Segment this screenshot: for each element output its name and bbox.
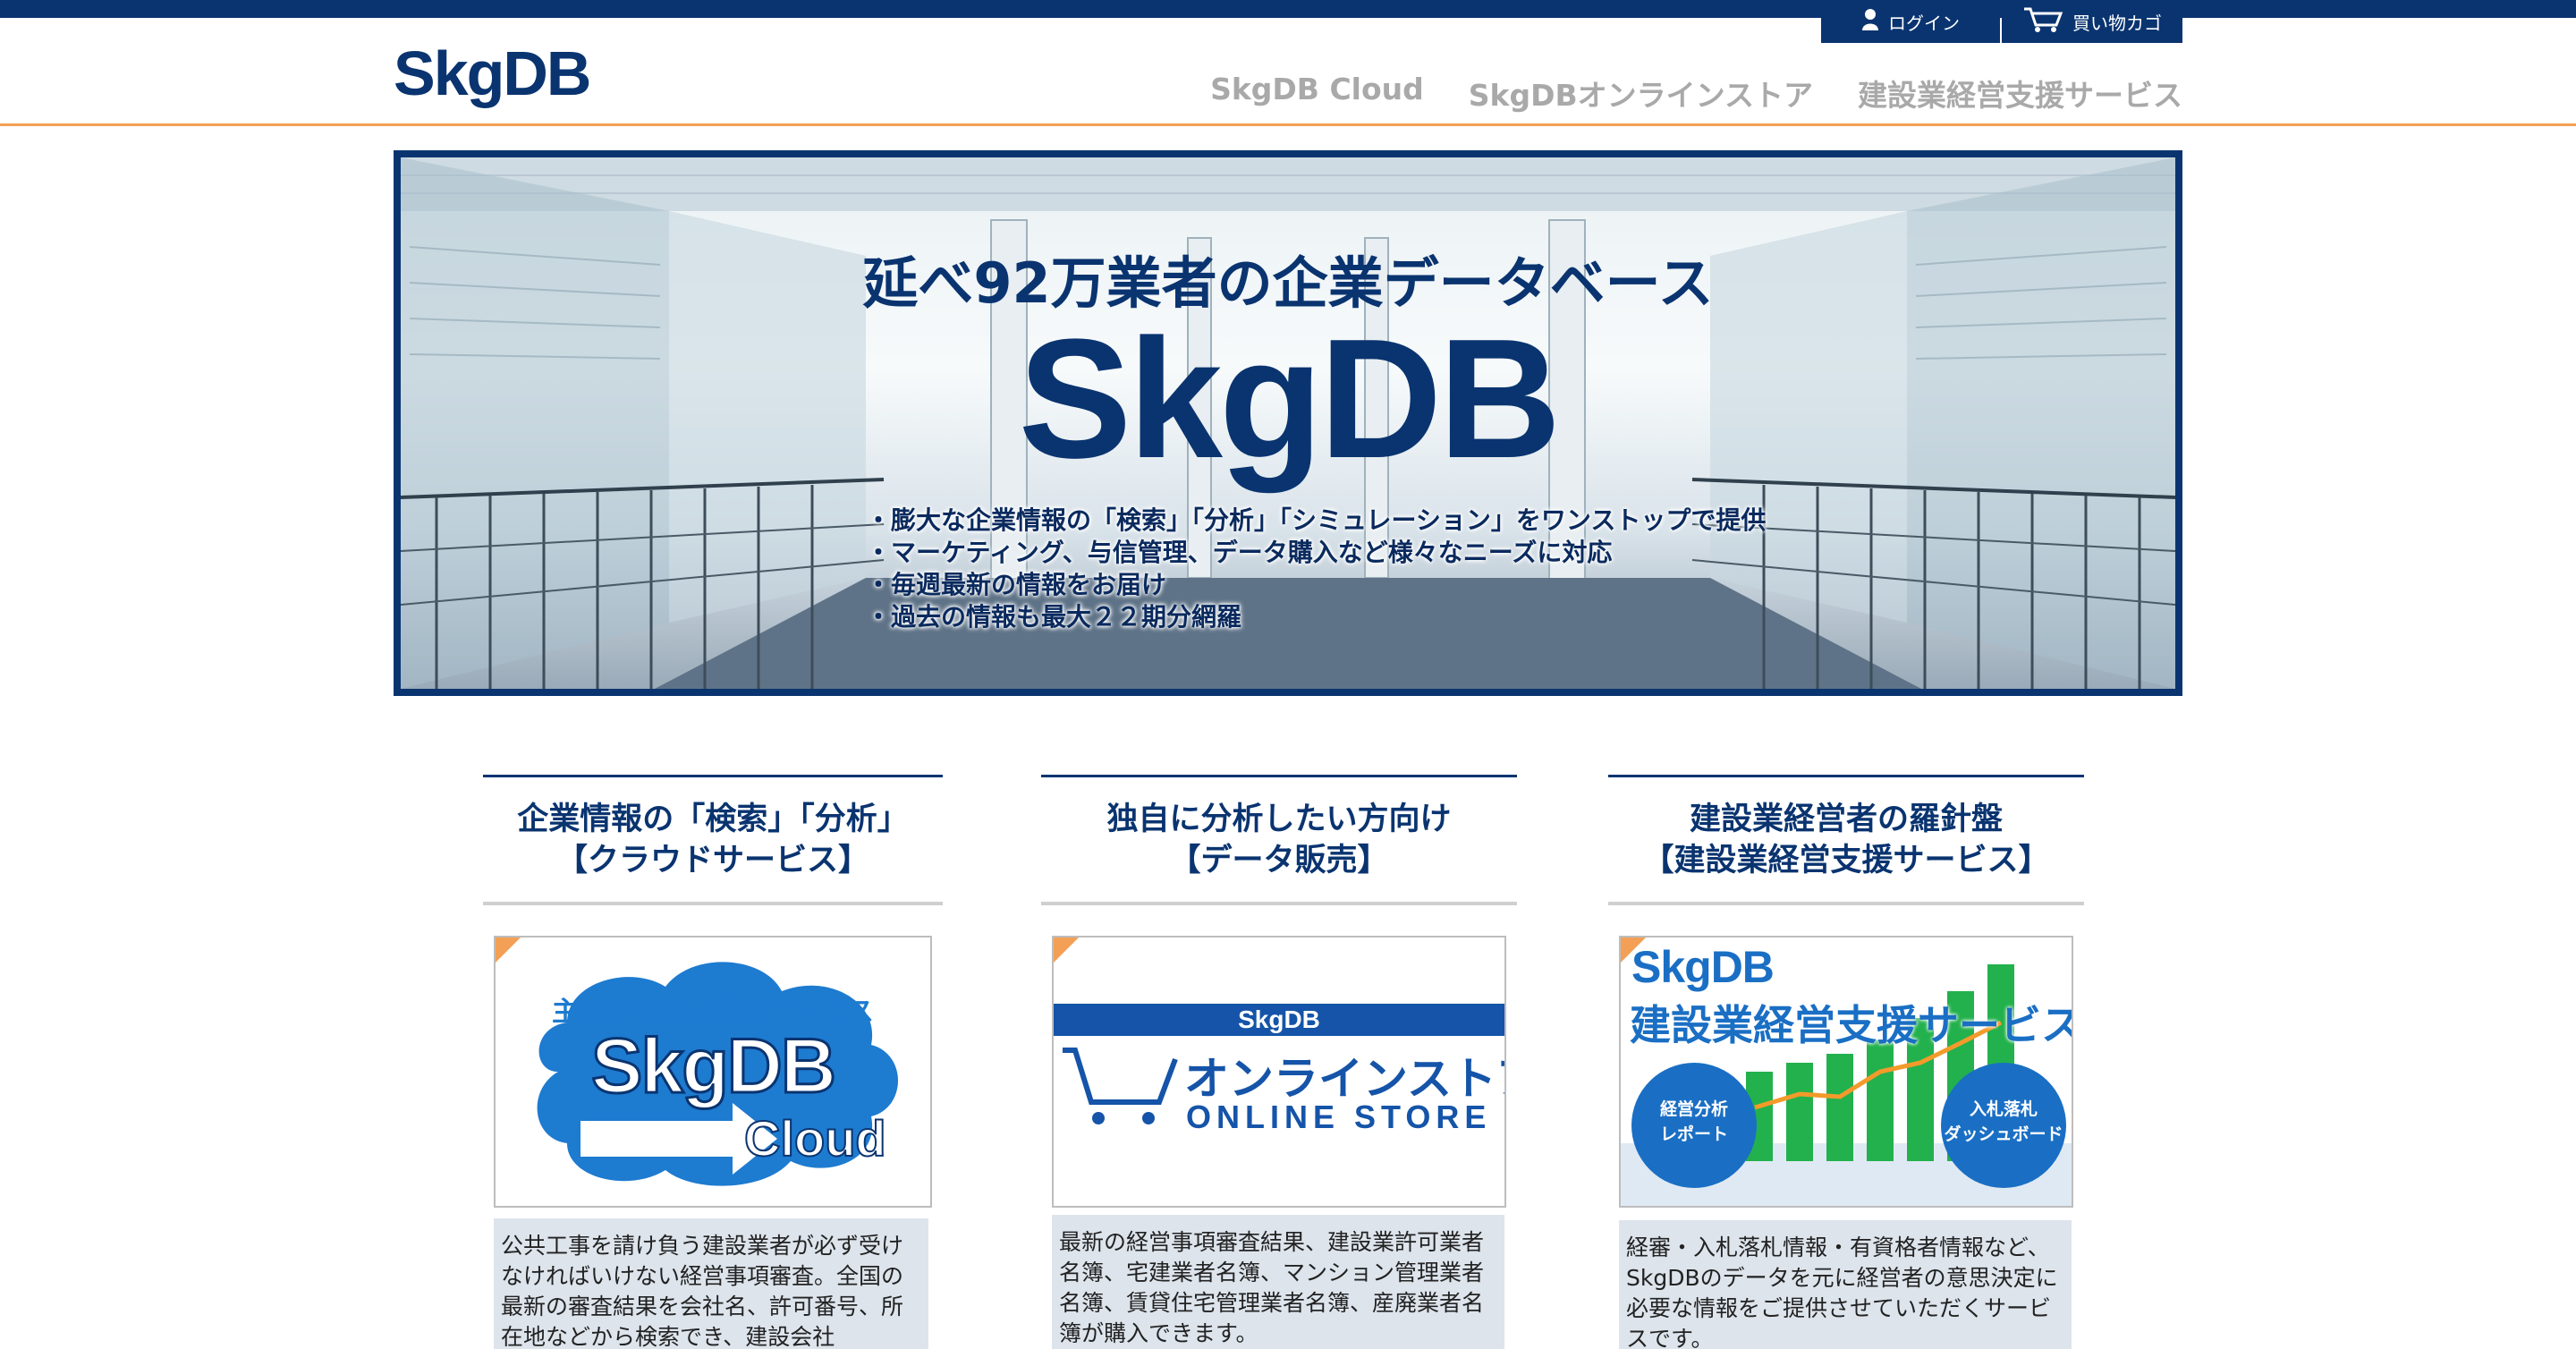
column-title-line2: 【建設業経営支援サービス】 <box>1642 842 2050 878</box>
cart-icon <box>2022 6 2063 38</box>
hero-brand: SkgDB <box>1018 304 1562 494</box>
cloud-service-banner[interactable]: 主要建設業者総合サービス SkgDB Cloud <box>494 936 932 1208</box>
cart-icon <box>1059 1047 1184 1131</box>
column-heading: 企業情報の「検索」「分析」 【クラウドサービス】 <box>483 775 943 905</box>
corner-marker <box>496 938 521 963</box>
store-banner-sub: ONLINE STORE <box>1186 1099 1492 1135</box>
support-badge-dashboard: 入札落札 ダッシュボード <box>1944 1099 2063 1144</box>
store-description: 最新の経営事項審査結果、建設業許可業者名簿、宅建業者名簿、マンション管理業者名簿… <box>1052 1215 1504 1349</box>
service-column-cloud: 企業情報の「検索」「分析」 【クラウドサービス】 <box>483 775 943 905</box>
support-description: 経審・入札落札情報・有資格者情報など、SkgDBのデータを元に経営者の意思決定に… <box>1619 1220 2072 1349</box>
support-banner-brand: SkgDB <box>1631 942 1775 992</box>
column-title-line1: 独自に分析したい方向け <box>1106 801 1452 837</box>
service-column-store: 独自に分析したい方向け 【データ販売】 <box>1041 775 1517 905</box>
hero-banner[interactable]: 延べ92万業者の企業データベース SkgDB ・膨大な企業情報の「検索」「分析」… <box>394 150 2182 696</box>
nav-item-cloud[interactable]: SkgDB Cloud <box>1210 72 1424 115</box>
main-nav: SkgDB Cloud SkgDBオンラインストア 建設業経営支援サービス <box>1210 72 2182 115</box>
hero-bullet: ・毎週最新の情報をお届け <box>866 570 1167 599</box>
user-icon <box>1861 8 1879 36</box>
hero-bullets: ・膨大な企業情報の「検索」「分析」「シミュレーション」をワンストップで提供 ・マ… <box>866 505 1766 633</box>
hero-bullet: ・膨大な企業情報の「検索」「分析」「シミュレーション」をワンストップで提供 <box>866 505 1767 535</box>
column-title-line1: 企業情報の「検索」「分析」 <box>517 801 909 837</box>
nav-item-online-store[interactable]: SkgDBオンラインストア <box>1469 72 1813 115</box>
management-support-banner[interactable]: SkgDB 建設業経営支援サービス 経営分析 レポート 入札落札 ダッシュボード <box>1619 936 2073 1208</box>
store-banner-bar: SkgDB <box>1054 1004 1504 1036</box>
column-title-line2: 【データ販売】 <box>1169 842 1389 878</box>
cloud-banner-sub: Cloud <box>743 1109 887 1167</box>
site-logo[interactable]: SkgDB <box>394 36 591 111</box>
column-heading: 独自に分析したい方向け 【データ販売】 <box>1041 775 1517 905</box>
online-store-banner[interactable]: SkgDB オンラインストア ONLINE STORE <box>1052 936 1506 1208</box>
support-badge-report: 経営分析 レポート <box>1659 1099 1728 1144</box>
login-button[interactable]: ログイン <box>1821 0 2000 43</box>
column-title-line2: 【クラウドサービス】 <box>555 842 869 878</box>
header-divider <box>0 123 2576 126</box>
cart-button[interactable]: 買い物カゴ <box>2002 0 2182 43</box>
cloud-banner-brand: SkgDB <box>590 1022 838 1111</box>
hero-bullet: ・マーケティング、与信管理、データ購入など様々なニーズに対応 <box>866 538 1613 567</box>
column-title-line1: 建設業経営者の羅針盤 <box>1689 801 2003 837</box>
top-strip <box>0 0 2576 18</box>
support-banner-title: 建設業経営支援サービス <box>1630 1001 2073 1049</box>
corner-marker <box>1054 938 1079 963</box>
cart-label: 買い物カゴ <box>2072 12 2162 34</box>
login-label: ログイン <box>1888 12 1960 34</box>
hero-bullet: ・過去の情報も最大２２期分網羅 <box>866 602 1242 632</box>
nav-item-management-support[interactable]: 建設業経営支援サービス <box>1858 72 2182 115</box>
column-heading: 建設業経営者の羅針盤 【建設業経営支援サービス】 <box>1608 775 2084 905</box>
service-column-support: 建設業経営者の羅針盤 【建設業経営支援サービス】 <box>1608 775 2084 905</box>
cloud-description: 公共工事を請け負う建設業者が必ず受けなければいけない経営事項審査。全国の最新の審… <box>494 1218 928 1349</box>
